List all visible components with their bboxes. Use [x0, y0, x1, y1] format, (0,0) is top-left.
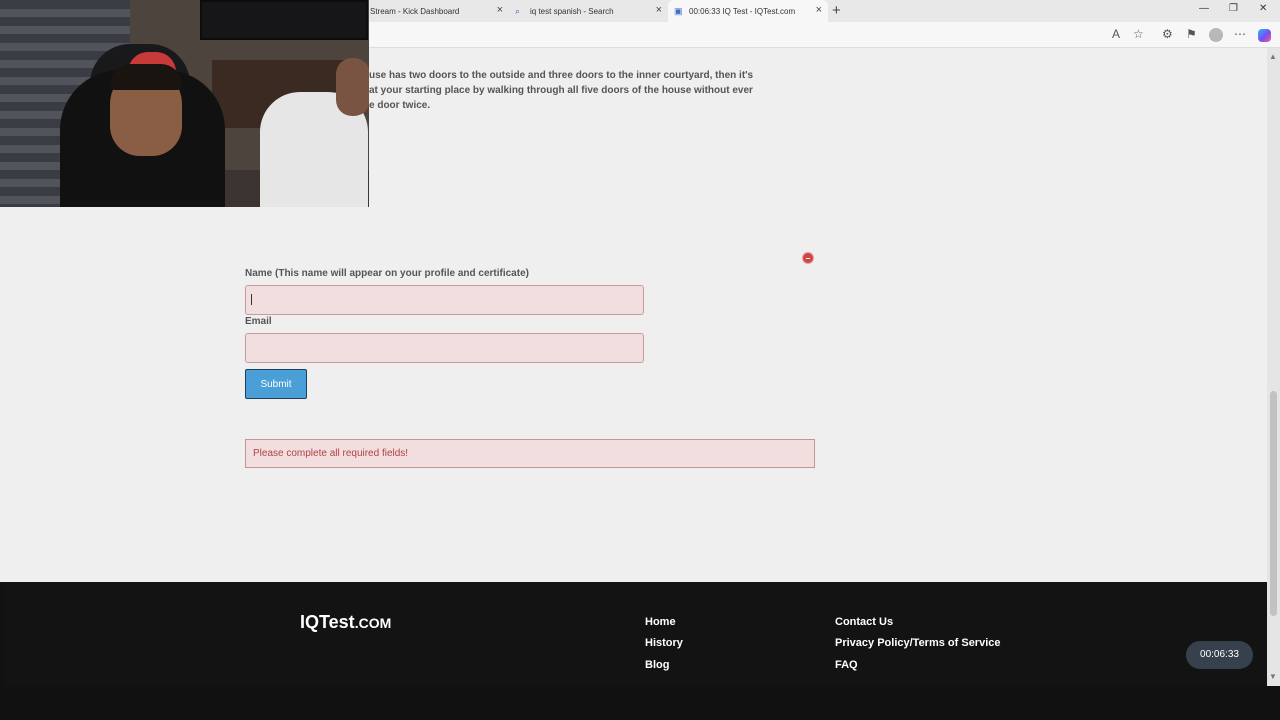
close-icon[interactable]: ×: [656, 5, 662, 16]
timer-badge: 00:06:33: [1186, 641, 1253, 669]
copilot-icon[interactable]: [1258, 29, 1271, 42]
submit-button[interactable]: Submit: [245, 369, 307, 399]
error-alert: Please complete all required fields!: [245, 439, 815, 468]
webcam-tv: [200, 0, 368, 40]
extensions-icon[interactable]: ⚙: [1162, 28, 1173, 40]
scroll-up-arrow-icon[interactable]: ▲: [1269, 52, 1277, 61]
webcam-second-person-head: [336, 58, 369, 116]
tab-search[interactable]: ⌕ iq test spanish - Search ×: [509, 0, 668, 22]
logo-suffix: .com: [354, 615, 392, 631]
page-icon: ▣: [674, 5, 683, 16]
tab-label: iq test spanish - Search: [530, 6, 614, 16]
email-label: Email: [245, 316, 272, 327]
footer-link-blog[interactable]: Blog: [645, 659, 669, 671]
site-logo[interactable]: IQTest.com: [300, 612, 391, 633]
new-tab-icon[interactable]: +: [832, 2, 841, 19]
minimize-icon[interactable]: —: [1199, 3, 1209, 14]
search-icon: ⌕: [515, 5, 521, 16]
profile-icon[interactable]: [1209, 28, 1223, 42]
read-aloud-icon[interactable]: A: [1112, 28, 1120, 40]
question-line: at your starting place by walking throug…: [369, 85, 753, 96]
footer-link-faq[interactable]: FAQ: [835, 659, 858, 671]
close-icon[interactable]: ×: [816, 5, 822, 16]
page-scrollbar[interactable]: ▲ ▼: [1267, 48, 1280, 686]
collections-icon[interactable]: ⚑: [1186, 28, 1197, 40]
footer-link-privacy[interactable]: Privacy Policy/Terms of Service: [835, 637, 1001, 649]
webcam-overlay: [0, 0, 369, 207]
footer-link-home[interactable]: Home: [645, 616, 676, 628]
name-label: Name (This name will appear on your prof…: [245, 268, 529, 279]
question-line: use has two doors to the outside and thr…: [369, 70, 754, 81]
logo-main: IQTest: [300, 612, 355, 632]
question-text: use has two doors to the outside and thr…: [369, 68, 799, 113]
tab-iq-test[interactable]: ▣ 00:06:33 IQ Test - IQTest.com ×: [668, 0, 828, 22]
question-line: e door twice.: [369, 100, 431, 111]
footer-link-contact[interactable]: Contact Us: [835, 616, 893, 628]
tab-kick-dashboard[interactable]: Stream - Kick Dashboard ×: [364, 0, 509, 22]
footer: IQTest.com Home History Blog Contact Us …: [3, 582, 1267, 686]
screen: use has two doors to the outside and thr…: [0, 0, 1280, 720]
record-indicator-icon: [802, 252, 814, 264]
tab-label: 00:06:33 IQ Test - IQTest.com: [689, 6, 796, 16]
webcam-person-hair: [110, 64, 182, 90]
window-close-icon[interactable]: ✕: [1259, 3, 1267, 14]
scroll-down-arrow-icon[interactable]: ▼: [1269, 672, 1277, 681]
email-input[interactable]: [245, 333, 644, 363]
name-input[interactable]: [245, 285, 644, 315]
text-caret: [251, 294, 252, 305]
scrollbar-thumb[interactable]: [1270, 391, 1277, 616]
footer-link-history[interactable]: History: [645, 637, 683, 649]
tab-label: Stream - Kick Dashboard: [370, 6, 460, 16]
restore-icon[interactable]: ❐: [1229, 3, 1238, 14]
more-icon[interactable]: ⋯: [1234, 28, 1246, 40]
close-icon[interactable]: ×: [497, 5, 503, 16]
star-icon[interactable]: ☆: [1133, 28, 1144, 40]
